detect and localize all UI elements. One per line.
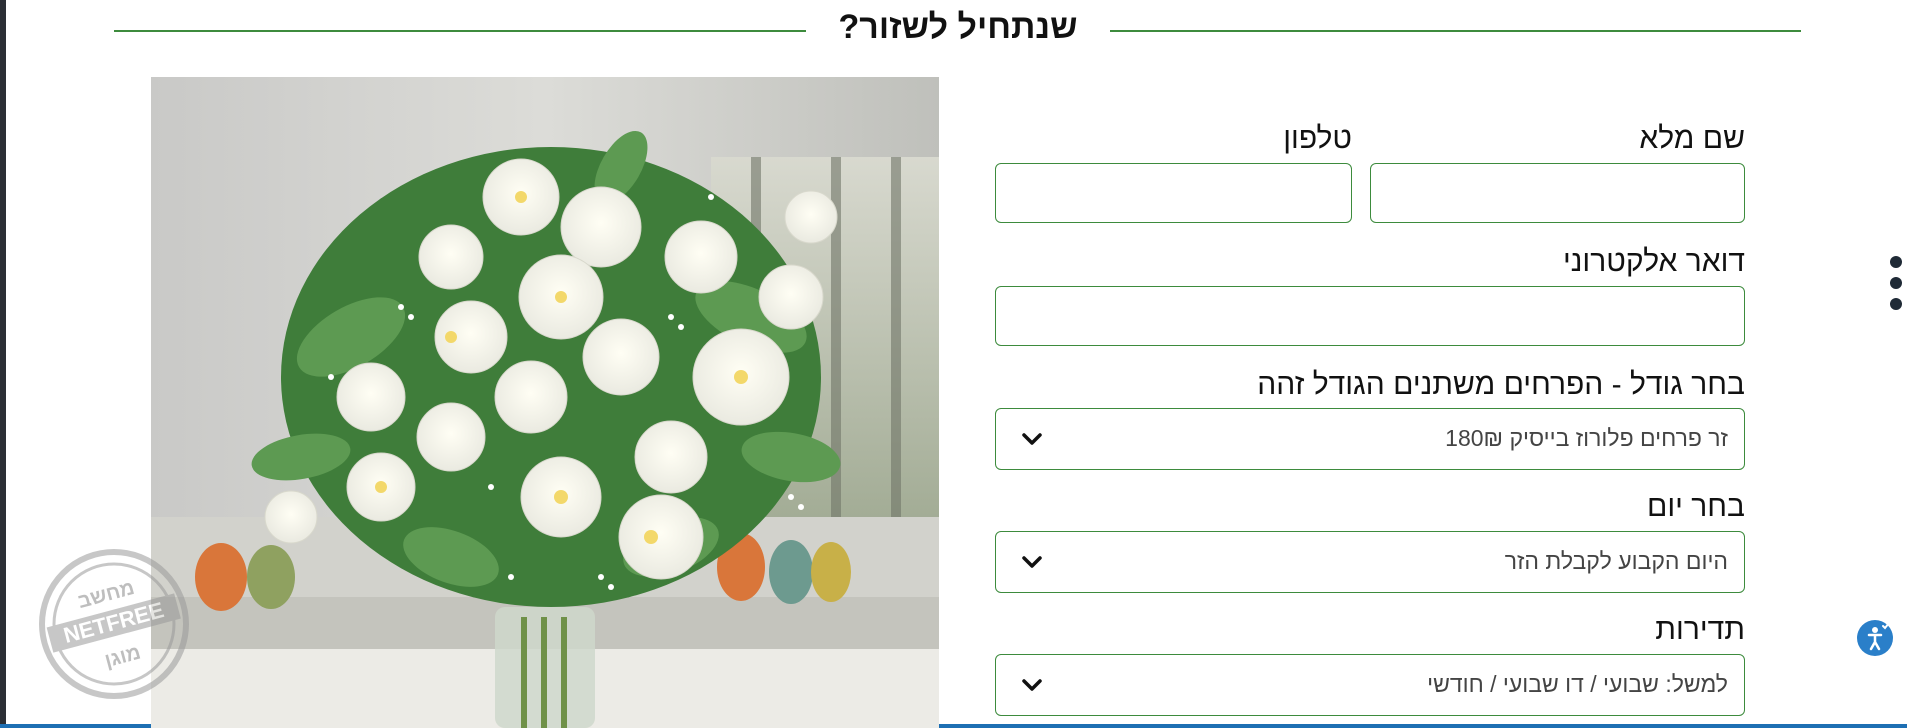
frequency-select[interactable]: למשל: שבועי / דו שבועי / חודשי <box>995 654 1745 716</box>
email-label: דואר אלקטרוני <box>1562 245 1745 278</box>
section-title: שנתחיל לשזור? <box>838 8 1078 46</box>
kebab-menu-icon[interactable] <box>1890 256 1904 322</box>
full-name-label: שם מלא <box>1639 122 1745 155</box>
watermark-brand: NETFREE <box>61 597 167 648</box>
day-select-value: היום הקבוע לקבלת הזר <box>1504 548 1728 574</box>
email-input[interactable] <box>995 286 1745 346</box>
size-label: בחר גודל - הפרחים משתנים הגודל זהה <box>1257 368 1745 401</box>
accessibility-icon[interactable] <box>1857 620 1893 656</box>
phone-label: טלפון <box>1283 122 1352 155</box>
full-name-input[interactable] <box>1370 163 1745 223</box>
phone-input[interactable] <box>995 163 1352 223</box>
section-header: שנתחיל לשזור? <box>114 0 1801 62</box>
header-divider-right <box>1110 30 1801 32</box>
day-select[interactable]: היום הקבוע לקבלת הזר <box>995 531 1745 593</box>
watermark-bottom-text: מוגן <box>102 642 143 673</box>
netfree-watermark: מחשב NETFREE מוגן <box>38 548 190 700</box>
header-divider-left <box>114 30 806 32</box>
window-left-edge <box>0 0 6 728</box>
chevron-down-icon <box>1022 556 1042 568</box>
size-select[interactable]: זר פרחים פלורוז בייסיק 180₪ <box>995 408 1745 470</box>
frequency-label: תדירות <box>1655 613 1745 646</box>
size-select-value: זר פרחים פלורוז בייסיק 180₪ <box>1445 425 1728 451</box>
day-label: בחר יום <box>1647 490 1745 523</box>
chevron-down-icon <box>1022 679 1042 691</box>
bouquet-image <box>151 77 939 728</box>
frequency-select-value: למשל: שבועי / דו שבועי / חודשי <box>1427 671 1728 697</box>
chevron-down-icon <box>1022 433 1042 445</box>
